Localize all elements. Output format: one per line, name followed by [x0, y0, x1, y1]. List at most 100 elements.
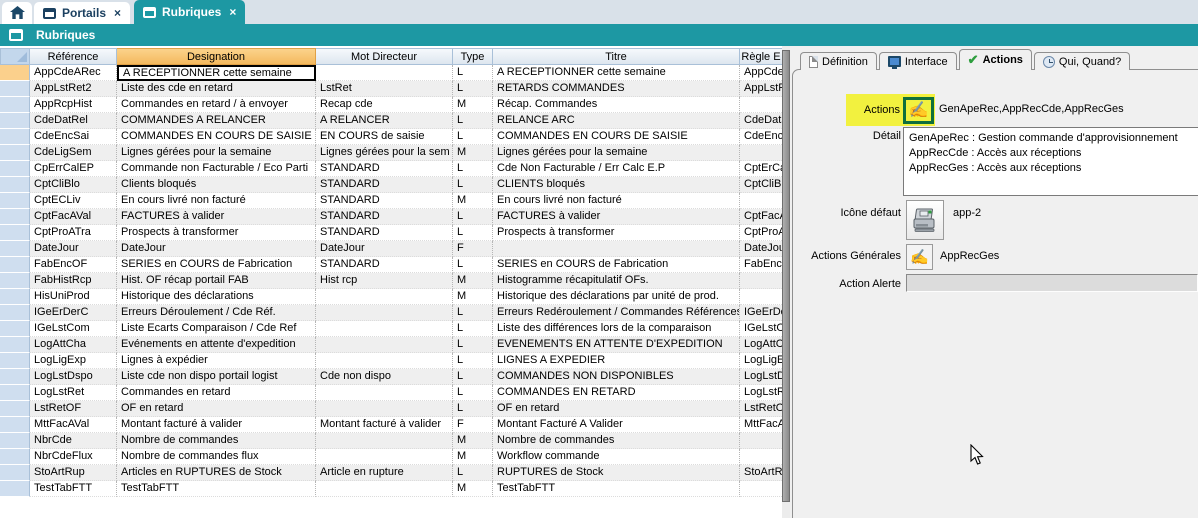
tab-actions[interactable]: ✔ Actions [959, 49, 1032, 70]
table-row[interactable]: CpErrCalEPCommande non Facturable / Eco … [0, 161, 782, 177]
cell-des[interactable]: Nombre de commandes flux [117, 449, 316, 465]
cell-mot[interactable]: STANDARD [316, 161, 453, 177]
cell-type[interactable]: L [453, 305, 493, 321]
cell-type[interactable]: M [453, 273, 493, 289]
cell-type[interactable]: M [453, 193, 493, 209]
cell-des[interactable]: OF en retard [117, 401, 316, 417]
cell-des[interactable]: FACTURES à valider [117, 209, 316, 225]
table-row[interactable]: FabHistRcpHist. OF récap portail FABHist… [0, 273, 782, 289]
cell-regle[interactable]: CptProA [740, 225, 782, 241]
cell-titre[interactable]: Historique des déclarations par unité de… [493, 289, 740, 305]
cell-des[interactable]: Commandes en retard [117, 385, 316, 401]
cell-mot[interactable]: STANDARD [316, 257, 453, 273]
cell-des[interactable]: Lignes à expédier [117, 353, 316, 369]
table-row[interactable]: NbrCdeFluxNombre de commandes fluxMWorkf… [0, 449, 782, 465]
cell-mot[interactable] [316, 401, 453, 417]
cell-des[interactable]: Clients bloqués [117, 177, 316, 193]
cell-titre[interactable]: Histogramme récapitulatif OFs. [493, 273, 740, 289]
detail-textarea[interactable]: GenApeRec : Gestion commande d'approvisi… [903, 127, 1198, 196]
column-header-reference[interactable]: Référence [30, 48, 117, 65]
cell-ref[interactable]: HisUniProd [30, 289, 117, 305]
cell-mot[interactable] [316, 481, 453, 497]
cell-des[interactable]: Erreurs Déroulement / Cde Réf. [117, 305, 316, 321]
row-selector[interactable] [0, 161, 30, 177]
cell-titre[interactable]: Lignes gérées pour la semaine [493, 145, 740, 161]
scrollbar-thumb[interactable] [782, 50, 790, 502]
cell-ref[interactable]: NbrCdeFlux [30, 449, 117, 465]
close-icon[interactable]: × [114, 6, 121, 20]
actions-picker-button[interactable]: ✍ [903, 97, 934, 124]
cell-titre[interactable]: COMMANDES NON DISPONIBLES [493, 369, 740, 385]
table-row[interactable]: CptCliBloClients bloquésSTANDARDLCLIENTS… [0, 177, 782, 193]
cell-type[interactable]: L [453, 209, 493, 225]
cell-titre[interactable]: FACTURES à valider [493, 209, 740, 225]
cell-des[interactable]: Evénements en attente d'expedition [117, 337, 316, 353]
cell-type[interactable]: L [453, 113, 493, 129]
cell-titre[interactable]: En cours livré non facturé [493, 193, 740, 209]
cell-titre[interactable]: EVENEMENTS EN ATTENTE D'EXPEDITION [493, 337, 740, 353]
cell-des[interactable]: TestTabFTT [117, 481, 316, 497]
cell-ref[interactable]: CptFacAVal [30, 209, 117, 225]
cell-type[interactable]: L [453, 65, 493, 81]
cell-regle[interactable]: LstRetO [740, 401, 782, 417]
cell-titre[interactable]: RELANCE ARC [493, 113, 740, 129]
cell-titre[interactable]: SERIES en COURS de Fabrication [493, 257, 740, 273]
row-selector[interactable] [0, 449, 30, 465]
cell-type[interactable]: L [453, 257, 493, 273]
cell-ref[interactable]: CdeLigSem [30, 145, 117, 161]
row-selector[interactable] [0, 273, 30, 289]
row-selector[interactable] [0, 305, 30, 321]
cell-titre[interactable]: Montant Facturé A Valider [493, 417, 740, 433]
cell-titre[interactable]: A RECEPTIONNER cette semaine [493, 65, 740, 81]
cell-type[interactable]: L [453, 401, 493, 417]
row-selector[interactable] [0, 257, 30, 273]
cell-regle[interactable] [740, 273, 782, 289]
cell-mot[interactable] [316, 321, 453, 337]
table-row[interactable]: StoArtRupArticles en RUPTURES de StockAr… [0, 465, 782, 481]
cell-type[interactable]: M [453, 97, 493, 113]
table-row[interactable]: CdeDatRelCOMMANDES A RELANCERA RELANCERL… [0, 113, 782, 129]
cell-titre[interactable]: Workflow commande [493, 449, 740, 465]
cell-ref[interactable]: StoArtRup [30, 465, 117, 481]
row-selector[interactable] [0, 465, 30, 481]
cell-regle[interactable]: LogLstD [740, 369, 782, 385]
cell-ref[interactable]: CptProATra [30, 225, 117, 241]
cell-ref[interactable]: TestTabFTT [30, 481, 117, 497]
table-vertical-scrollbar[interactable] [782, 46, 790, 518]
cell-des[interactable]: Liste cde non dispo portail logist [117, 369, 316, 385]
table-row[interactable]: IGeLstComListe Ecarts Comparaison / Cde … [0, 321, 782, 337]
cell-mot[interactable]: LstRet [316, 81, 453, 97]
cell-regle[interactable]: MttFacA [740, 417, 782, 433]
cell-ref[interactable]: AppCdeARec [30, 65, 117, 81]
cell-regle[interactable]: CdeDatS [740, 113, 782, 129]
cell-regle[interactable]: AppLstR [740, 81, 782, 97]
cell-ref[interactable]: LogLigExp [30, 353, 117, 369]
row-selector[interactable] [0, 337, 30, 353]
cell-type[interactable]: L [453, 177, 493, 193]
cell-type[interactable]: F [453, 241, 493, 257]
home-tab[interactable] [2, 2, 32, 24]
table-row[interactable]: TestTabFTTTestTabFTTMTestTabFTT [0, 481, 782, 497]
row-selector[interactable] [0, 481, 30, 497]
cell-regle[interactable]: CptFacA [740, 209, 782, 225]
row-selector[interactable] [0, 241, 30, 257]
table-row[interactable]: CptECLivEn cours livré non facturéSTANDA… [0, 193, 782, 209]
tab-qui-quand[interactable]: Qui, Quand? [1034, 52, 1130, 70]
cell-regle[interactable]: CptCliBl [740, 177, 782, 193]
cell-des[interactable]: COMMANDES EN COURS DE SAISIE [117, 129, 316, 145]
tab-interface[interactable]: Interface [879, 52, 957, 70]
cell-regle[interactable]: LogLigE [740, 353, 782, 369]
table-row[interactable]: CptProATraProspects à transformerSTANDAR… [0, 225, 782, 241]
tab-portails[interactable]: Portails × [34, 2, 130, 24]
cell-regle[interactable]: CdeEnc [740, 129, 782, 145]
cell-ref[interactable]: CptCliBlo [30, 177, 117, 193]
column-header-regle[interactable]: Règle E [740, 48, 782, 65]
cell-ref[interactable]: CpErrCalEP [30, 161, 117, 177]
cell-ref[interactable]: FabEncOF [30, 257, 117, 273]
tab-rubriques[interactable]: Rubriques × [134, 0, 245, 24]
table-row[interactable]: CptFacAValFACTURES à validerSTANDARDLFAC… [0, 209, 782, 225]
row-selector[interactable] [0, 113, 30, 129]
row-selector[interactable] [0, 209, 30, 225]
row-selector[interactable] [0, 417, 30, 433]
cell-regle[interactable] [740, 289, 782, 305]
